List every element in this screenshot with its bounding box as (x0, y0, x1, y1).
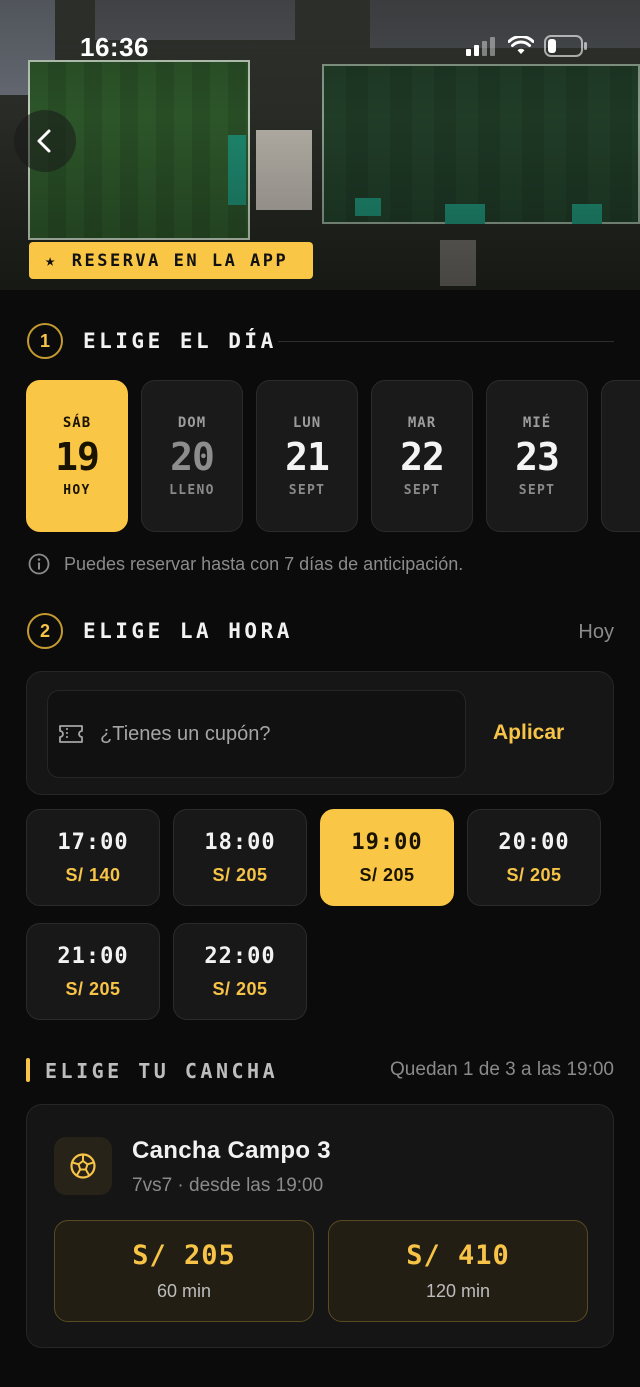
option-price: S/ 205 (132, 1240, 236, 1271)
divider (278, 341, 614, 342)
info-icon (28, 553, 50, 575)
slot-time: 18:00 (204, 829, 276, 855)
reserve-in-app-badge: ★ RESERVA EN LA APP (29, 242, 313, 279)
court-section-title: ELIGE TU CANCHA (45, 1059, 279, 1083)
day-card[interactable]: DOM 20 LLENO (141, 380, 243, 532)
day-card[interactable]: LUN 21 SEPT (256, 380, 358, 532)
slot-time: 21:00 (57, 943, 129, 969)
reserve-badge-label: RESERVA EN LA APP (71, 250, 289, 271)
step-title: ELIGE EL DÍA (83, 329, 277, 353)
slot-time: 20:00 (498, 829, 570, 855)
star-icon: ★ (45, 250, 58, 271)
slot-time: 19:00 (351, 829, 423, 855)
day-weekday: LUN (292, 415, 322, 431)
day-weekday: MIÉ (522, 415, 552, 431)
time-slot[interactable]: 22:00 S/ 205 (173, 923, 307, 1020)
slot-price: S/ 205 (212, 978, 268, 999)
slot-time: 22:00 (204, 943, 276, 969)
day-sub: SEPT (518, 483, 556, 498)
step-title: ELIGE LA HORA (83, 619, 293, 643)
option-price: S/ 410 (406, 1240, 510, 1271)
step-number: 1 (27, 323, 63, 359)
day-picker: SÁB 19 HOY DOM 20 LLENO LUN 21 SEPT MAR … (26, 380, 640, 532)
signal-icon (466, 37, 495, 56)
court-name: Cancha Campo 3 (132, 1137, 331, 1164)
booking-info-text: Puedes reservar hasta con 7 días de anti… (64, 553, 464, 574)
day-number: 20 (170, 435, 215, 479)
duration-option-120[interactable]: S/ 410 120 min (328, 1220, 588, 1322)
day-card[interactable]: MAR 22 SEPT (371, 380, 473, 532)
day-weekday: DOM (177, 415, 207, 431)
day-sub: SEPT (288, 483, 326, 498)
time-slot[interactable]: 20:00 S/ 205 (467, 809, 601, 906)
slot-price: S/ 205 (212, 864, 268, 885)
coupon-field[interactable] (47, 690, 466, 778)
ticket-icon (59, 725, 83, 743)
day-number: 22 (400, 435, 445, 479)
slot-time: 17:00 (57, 829, 129, 855)
battery-icon (544, 35, 587, 57)
apply-coupon-button[interactable]: Aplicar (493, 721, 564, 745)
day-card[interactable]: MIÉ 23 SEPT (486, 380, 588, 532)
day-sub: SEPT (403, 483, 441, 498)
selected-date-label: Hoy (578, 621, 614, 643)
day-sub: LLENO (169, 483, 215, 498)
court-availability: Quedan 1 de 3 a las 19:00 (390, 1059, 614, 1080)
chevron-left-icon (37, 129, 51, 153)
section-accent-bar (26, 1058, 30, 1082)
court-icon-box (54, 1137, 112, 1195)
slot-price: S/ 205 (65, 978, 121, 999)
day-number: 23 (515, 435, 560, 479)
time-slot[interactable]: 18:00 S/ 205 (173, 809, 307, 906)
booking-info: Puedes reservar hasta con 7 días de anti… (28, 553, 463, 575)
wifi-icon (508, 36, 534, 54)
time-slot-selected[interactable]: 19:00 S/ 205 (320, 809, 454, 906)
day-number: 19 (55, 435, 100, 479)
slot-price: S/ 205 (359, 864, 415, 885)
coupon-section: Aplicar (26, 671, 614, 795)
step-number: 2 (27, 613, 63, 649)
time-slot[interactable]: 17:00 S/ 140 (26, 809, 160, 906)
soccer-ball-icon (70, 1153, 96, 1179)
day-weekday: SÁB (62, 415, 92, 431)
back-button[interactable] (14, 110, 76, 172)
coupon-input[interactable] (100, 722, 420, 746)
day-card[interactable]: SÁB 19 HOY (26, 380, 128, 532)
time-slot[interactable]: 21:00 S/ 205 (26, 923, 160, 1020)
day-sub: HOY (63, 483, 91, 498)
day-number: 21 (285, 435, 330, 479)
step-time-header: 2 ELIGE LA HORA (27, 613, 293, 649)
status-time: 16:36 (80, 32, 149, 62)
day-card-partial[interactable] (601, 380, 640, 532)
court-subtitle: 7vs7 · desde las 19:00 (132, 1175, 324, 1196)
slot-price: S/ 205 (506, 864, 562, 885)
step-day-header: 1 ELIGE EL DÍA (27, 323, 277, 359)
duration-option-60[interactable]: S/ 205 60 min (54, 1220, 314, 1322)
slot-price: S/ 140 (65, 864, 121, 885)
status-icons (466, 35, 588, 57)
option-duration: 60 min (156, 1281, 212, 1301)
day-weekday: MAR (407, 415, 437, 431)
option-duration: 120 min (425, 1281, 491, 1301)
court-card: Cancha Campo 3 7vs7 · desde las 19:00 S/… (26, 1104, 614, 1348)
